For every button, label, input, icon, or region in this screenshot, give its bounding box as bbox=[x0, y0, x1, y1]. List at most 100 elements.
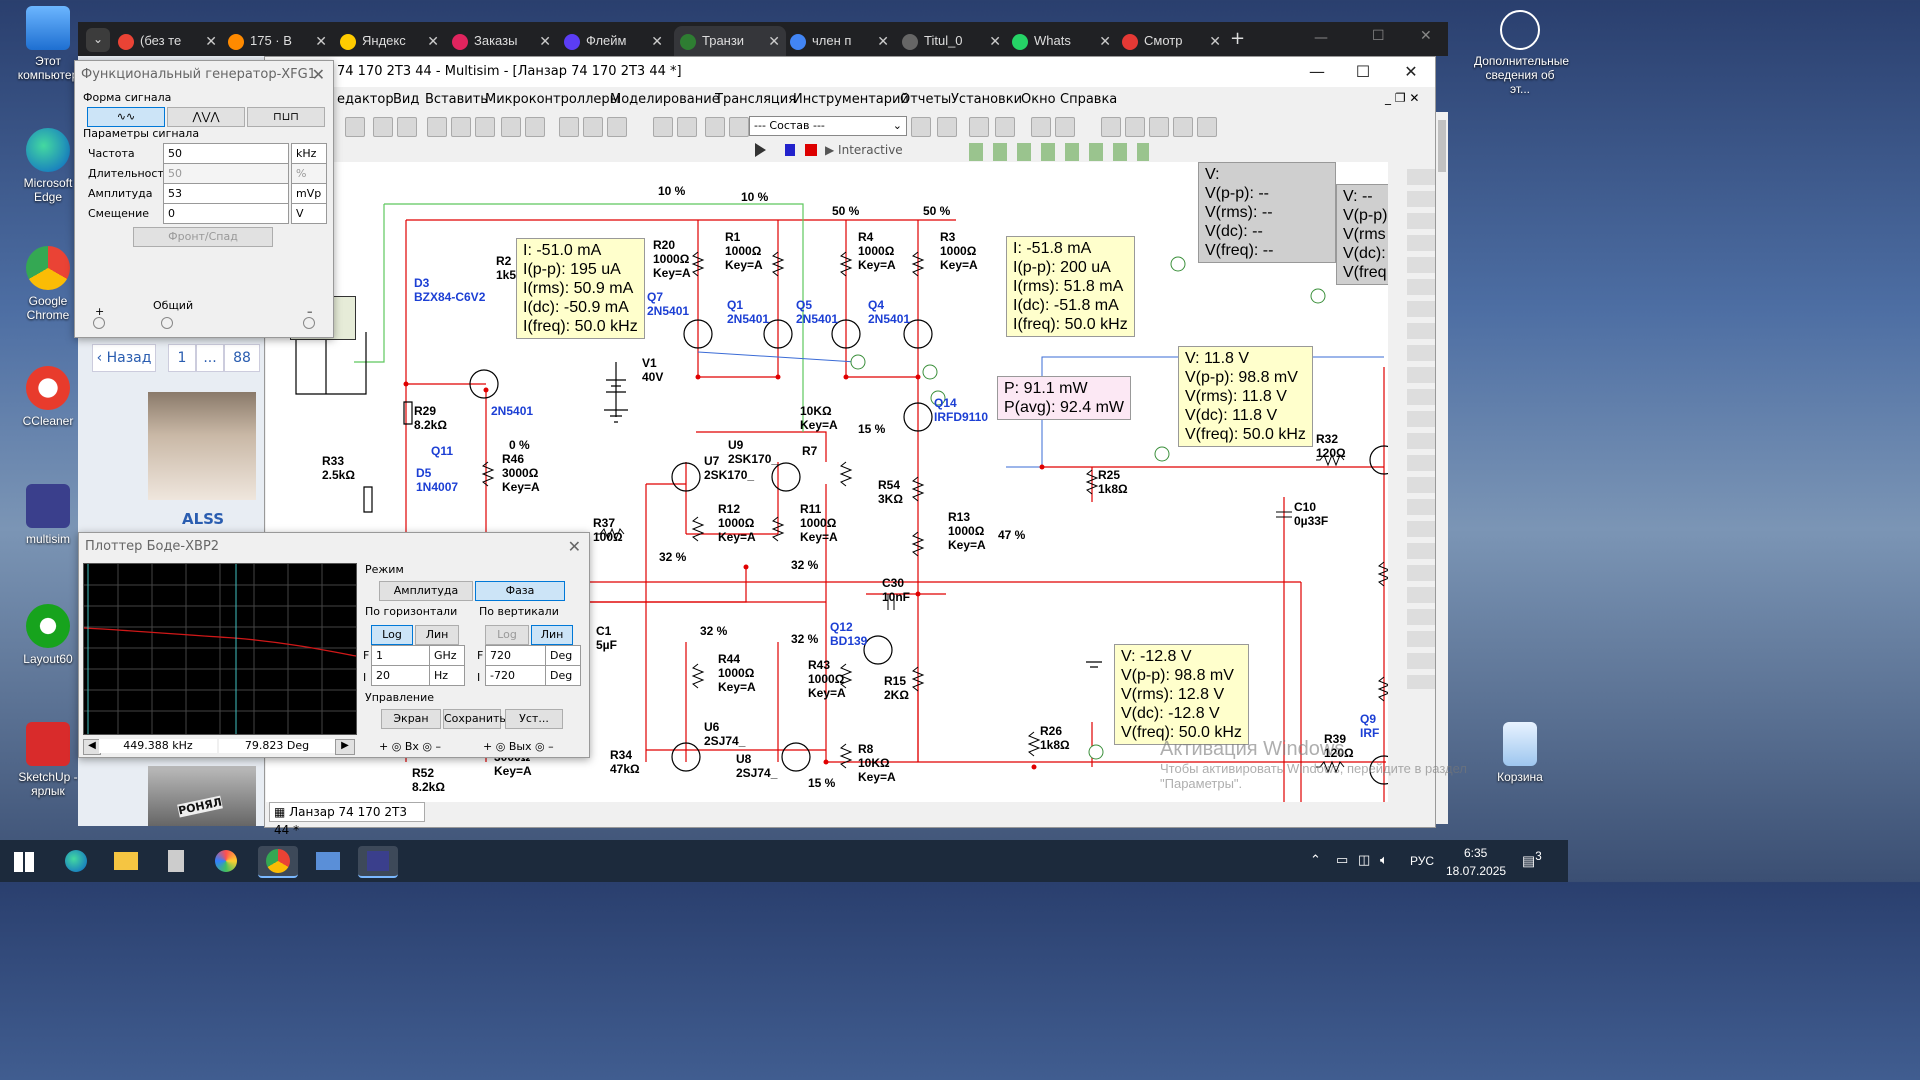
component-label[interactable]: R12 1000Ω Key=A bbox=[718, 502, 756, 544]
menu-mcu[interactable]: Микроконтроллеры bbox=[485, 92, 620, 107]
close-tab-icon[interactable]: ✕ bbox=[651, 26, 663, 56]
square-wave-button[interactable]: ⊓⊔⊓ bbox=[247, 107, 325, 127]
component-label[interactable]: R7 bbox=[802, 444, 817, 458]
component-label[interactable]: C30 10nF bbox=[882, 576, 910, 604]
component-label[interactable]: Q7 2N5401 bbox=[647, 290, 689, 318]
component-label[interactable]: R20 1000Ω Key=A bbox=[653, 238, 691, 280]
cut-icon[interactable] bbox=[427, 117, 447, 137]
zoom-out-icon[interactable] bbox=[1125, 117, 1145, 137]
close-tab-icon[interactable]: ✕ bbox=[315, 26, 327, 56]
menu-options[interactable]: Установки bbox=[951, 92, 1022, 107]
offset-input[interactable]: 0 bbox=[163, 203, 289, 224]
voltage-probe-readout-inactive[interactable]: V: V(p-p): -- V(rms): -- V(dc): -- V(fre… bbox=[1198, 162, 1336, 263]
save-button[interactable]: Сохранить bbox=[443, 709, 506, 729]
cursor-right-arrow[interactable]: ▶ bbox=[335, 739, 355, 755]
language-indicator[interactable]: РУС bbox=[1410, 854, 1434, 868]
browser-tab-3[interactable]: Яндекс ✕ bbox=[340, 26, 445, 56]
layout-icon[interactable]: Layout60 bbox=[8, 604, 88, 666]
close-icon[interactable]: ✕ bbox=[1391, 61, 1431, 83]
current-probe-readout[interactable]: I: -51.8 mA I(p-p): 200 uA I(rms): 51.8 … bbox=[1006, 236, 1135, 337]
h-initial-unit[interactable]: Hz bbox=[429, 665, 465, 686]
chrome-taskbar-icon[interactable] bbox=[258, 846, 298, 878]
component-label[interactable]: R46 3000Ω Key=A bbox=[502, 452, 540, 494]
undo-icon[interactable] bbox=[501, 117, 521, 137]
component-label[interactable]: R37 100Ω bbox=[593, 516, 623, 544]
menu-edit[interactable]: едактор bbox=[337, 92, 394, 107]
vertical-lin-button[interactable]: Лин bbox=[531, 625, 573, 645]
component-label[interactable]: R52 8.2kΩ bbox=[412, 766, 445, 794]
redo-icon[interactable] bbox=[525, 117, 545, 137]
file-explorer-icon[interactable] bbox=[106, 846, 146, 876]
close-tab-icon[interactable]: ✕ bbox=[768, 26, 780, 56]
component-label[interactable]: R11 1000Ω Key=A bbox=[800, 502, 838, 544]
zoom-in-icon[interactable] bbox=[1101, 117, 1121, 137]
plus-terminal[interactable] bbox=[93, 317, 105, 329]
network-icon[interactable]: ◫ bbox=[1358, 852, 1370, 868]
component-label[interactable]: Q5 2N5401 bbox=[796, 298, 838, 326]
edge-taskbar-icon[interactable] bbox=[56, 846, 96, 876]
zoom-area-icon[interactable] bbox=[1149, 117, 1169, 137]
component-label[interactable]: Q1 2N5401 bbox=[727, 298, 769, 326]
voltage-probe-readout-inactive[interactable]: V: -- V(p-p) V(rms V(dc): V(freq bbox=[1336, 184, 1388, 285]
component-label[interactable]: R15 2KΩ bbox=[884, 674, 909, 702]
full-screen-icon[interactable] bbox=[1197, 117, 1217, 137]
scrollbar-thumb[interactable] bbox=[1438, 120, 1446, 172]
component-label[interactable]: R43 1000Ω Key=A bbox=[808, 658, 846, 700]
component-label[interactable]: Q11 bbox=[431, 444, 453, 458]
vertical-log-button[interactable]: Log bbox=[485, 625, 529, 645]
menu-reports[interactable]: Отчеты bbox=[900, 92, 951, 107]
component-label[interactable]: U6 2SJ74_ bbox=[704, 720, 745, 748]
offset-unit[interactable]: V bbox=[291, 203, 327, 224]
amplitude-input[interactable]: 53 bbox=[163, 183, 289, 204]
power-probe-readout[interactable]: P: 91.1 mW P(avg): 92.4 mW bbox=[997, 376, 1132, 420]
menu-view[interactable]: Вид bbox=[393, 92, 419, 107]
close-tab-icon[interactable]: ✕ bbox=[989, 26, 1001, 56]
display-icon[interactable]: ▭ bbox=[1336, 852, 1348, 868]
component-label[interactable]: Q4 2N5401 bbox=[868, 298, 910, 326]
minus-terminal[interactable] bbox=[303, 317, 315, 329]
duty-cycle-unit[interactable]: % bbox=[291, 163, 327, 184]
menu-transfer[interactable]: Трансляция bbox=[715, 92, 796, 107]
zoom-fit-icon[interactable] bbox=[1173, 117, 1193, 137]
probe-toolbar[interactable] bbox=[969, 143, 1149, 161]
h-final-input[interactable]: 1 bbox=[371, 645, 431, 666]
horizontal-lin-button[interactable]: Лин bbox=[415, 625, 459, 645]
tab-search-button[interactable]: ⌄ bbox=[86, 28, 110, 52]
component-label[interactable]: C10 0µ33F bbox=[1294, 500, 1328, 528]
h-initial-input[interactable]: 20 bbox=[371, 665, 431, 686]
v-final-input[interactable]: 720 bbox=[485, 645, 547, 666]
username[interactable]: ALSS bbox=[182, 510, 224, 528]
run-icon[interactable] bbox=[755, 143, 766, 157]
toolbar-icon[interactable] bbox=[677, 117, 697, 137]
component-label[interactable]: R3 1000Ω Key=A bbox=[940, 230, 978, 272]
v-initial-input[interactable]: -720 bbox=[485, 665, 547, 686]
component-label[interactable]: R54 3KΩ bbox=[878, 478, 903, 506]
bode-plot-display[interactable] bbox=[83, 563, 357, 735]
frequency-unit[interactable]: kHz bbox=[291, 143, 327, 164]
component-label[interactable]: R33 2.5kΩ bbox=[322, 454, 355, 482]
recycle-bin-icon[interactable]: Корзина bbox=[1478, 722, 1562, 784]
close-tab-icon[interactable]: ✕ bbox=[1099, 26, 1111, 56]
component-label[interactable]: R29 8.2kΩ bbox=[414, 404, 447, 432]
browser-tab-5[interactable]: Флейм ✕ bbox=[564, 26, 669, 56]
component-label[interactable]: Q14 IRFD9110 bbox=[934, 396, 988, 424]
vertical-scrollbar[interactable] bbox=[1436, 112, 1448, 824]
component-label[interactable]: R8 10KΩ Key=A bbox=[858, 742, 896, 784]
toolbar-icon[interactable] bbox=[911, 117, 931, 137]
in-terminals[interactable]: + ◎ Вх ◎ – bbox=[379, 740, 441, 753]
component-label[interactable]: R25 1k8Ω bbox=[1098, 468, 1128, 496]
pause-icon[interactable] bbox=[785, 144, 795, 156]
page-1-button[interactable]: 1 bbox=[168, 344, 196, 372]
mdi-controls[interactable]: _ ❐ ✕ bbox=[1385, 91, 1419, 105]
maximize-icon[interactable]: ☐ bbox=[1343, 61, 1383, 83]
toolbar-icon[interactable] bbox=[653, 117, 673, 137]
component-label[interactable]: R32 120Ω bbox=[1316, 432, 1346, 460]
toolbar-icon[interactable] bbox=[937, 117, 957, 137]
remote-desktop-icon[interactable] bbox=[308, 846, 348, 876]
print-preview-icon[interactable] bbox=[397, 117, 417, 137]
component-label[interactable]: 2N5401 bbox=[491, 404, 533, 418]
grapher-icon[interactable] bbox=[607, 117, 627, 137]
component-label[interactable]: R44 1000Ω Key=A bbox=[718, 652, 756, 694]
minimize-icon[interactable]: — bbox=[1297, 61, 1337, 83]
component-label[interactable]: 10KΩ Key=A bbox=[800, 404, 838, 432]
